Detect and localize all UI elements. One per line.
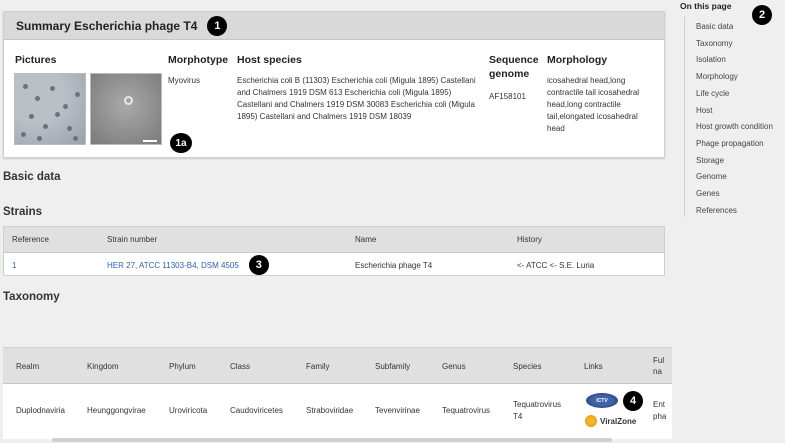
strains-heading: Strains bbox=[3, 206, 42, 218]
summary-title: Summary Escherichia phage T4 bbox=[16, 18, 198, 33]
taxonomy-heading: Taxonomy bbox=[3, 291, 60, 303]
toc-item-references[interactable]: References bbox=[696, 206, 737, 215]
kingdom-value: Heunggongvirae bbox=[87, 406, 146, 415]
toc-title: On this page bbox=[680, 1, 732, 11]
host-species-label: Host species bbox=[237, 54, 302, 66]
annotation-badge-2: 2 bbox=[752, 5, 772, 25]
sequence-genome-value[interactable]: AF158101 bbox=[489, 91, 526, 103]
strain-number-cell: HER 27, ATCC 11303-B4, DSM 4505 3 bbox=[99, 255, 347, 275]
toc-divider bbox=[684, 17, 685, 217]
toc-item-host[interactable]: Host bbox=[696, 106, 712, 115]
sequence-genome-label: Sequence genome bbox=[489, 54, 539, 80]
column-header-family[interactable]: Family bbox=[306, 361, 330, 372]
toc-item-taxonomy[interactable]: Taxonomy bbox=[696, 39, 732, 48]
annotation-badge-1a: 1a bbox=[170, 133, 192, 153]
realm-value: Duplodnaviria bbox=[16, 406, 65, 415]
full-name-value: Ent bbox=[653, 400, 666, 409]
basic-data-heading: Basic data bbox=[3, 171, 61, 183]
on-this-page-nav: On this page 2 Basic data Taxonomy Isola… bbox=[672, 0, 785, 443]
viralzone-label: ViralZone bbox=[600, 416, 637, 426]
main-content: Summary Escherichia phage T4 1 Pictures … bbox=[0, 0, 672, 443]
column-header-reference[interactable]: Reference bbox=[4, 235, 99, 244]
toc-item-isolation[interactable]: Isolation bbox=[696, 55, 726, 64]
strains-table: Reference Strain number Name History 1 H… bbox=[3, 226, 665, 276]
morphotype-value: Myovirus bbox=[168, 76, 201, 85]
summary-header: Summary Escherichia phage T4 1 bbox=[4, 12, 664, 40]
viralzone-link[interactable]: ViralZone bbox=[585, 415, 636, 427]
ictv-link-icon[interactable]: ICTV bbox=[586, 393, 618, 408]
strains-table-header: Reference Strain number Name History bbox=[4, 227, 664, 253]
toc-item-genes[interactable]: Genes bbox=[696, 189, 720, 198]
column-header-full-name[interactable]: Ful bbox=[653, 355, 664, 366]
electron-micrograph-image[interactable] bbox=[90, 73, 162, 145]
column-header-phylum[interactable]: Phylum bbox=[169, 361, 196, 372]
annotation-badge-4: 4 bbox=[623, 391, 643, 411]
strain-name: Escherichia phage T4 bbox=[355, 260, 433, 270]
toc-item-storage[interactable]: Storage bbox=[696, 156, 724, 165]
phylum-value: Uroviricota bbox=[169, 406, 208, 415]
genus-value: Tequatrovirus bbox=[442, 406, 491, 415]
toc-item-life-cycle[interactable]: Life cycle bbox=[696, 89, 729, 98]
column-header-strain-number[interactable]: Strain number bbox=[99, 235, 347, 244]
strain-number-link[interactable]: HER 27, ATCC 11303-B4, DSM 4505 bbox=[107, 261, 239, 270]
subfamily-value: Tevenvirinae bbox=[375, 406, 420, 415]
annotation-badge-1: 1 bbox=[207, 15, 228, 36]
column-header-history[interactable]: History bbox=[509, 235, 649, 244]
pictures-label: Pictures bbox=[15, 54, 57, 66]
species-value-line-2: T4 bbox=[513, 412, 523, 421]
column-header-realm[interactable]: Realm bbox=[16, 361, 39, 372]
reference-link[interactable]: 1 bbox=[4, 261, 99, 270]
plaque-image[interactable] bbox=[14, 73, 86, 145]
column-header-full-name-2: na bbox=[653, 367, 662, 376]
viralzone-icon bbox=[585, 415, 597, 427]
column-header-name[interactable]: Name bbox=[347, 235, 509, 244]
table-row: 1 HER 27, ATCC 11303-B4, DSM 4505 3 Esch… bbox=[4, 253, 664, 277]
column-header-subfamily[interactable]: Subfamily bbox=[375, 361, 410, 372]
toc-item-morphology[interactable]: Morphology bbox=[696, 72, 738, 81]
morphotype-label: Morphotype bbox=[168, 54, 229, 66]
morphology-label: Morphology bbox=[547, 54, 608, 66]
annotation-badge-3: 3 bbox=[248, 255, 269, 275]
family-value: Straboviridae bbox=[306, 406, 354, 415]
full-name-value-line-2: pha bbox=[653, 412, 667, 421]
class-value: Caudoviricetes bbox=[230, 406, 283, 415]
column-header-species[interactable]: Species bbox=[513, 361, 541, 372]
toc-item-phage-propagation[interactable]: Phage propagation bbox=[696, 139, 764, 148]
column-header-class[interactable]: Class bbox=[230, 361, 250, 372]
column-header-links[interactable]: Links bbox=[584, 361, 603, 372]
column-header-genus[interactable]: Genus bbox=[442, 361, 466, 372]
strain-history: <- ATCC <- S.E. Luria bbox=[517, 260, 595, 270]
morphology-value: icosahedral head,long contractile tail i… bbox=[547, 76, 640, 133]
toc-item-basic-data[interactable]: Basic data bbox=[696, 22, 733, 31]
horizontal-scrollbar[interactable] bbox=[52, 438, 612, 442]
toc-item-genome[interactable]: Genome bbox=[696, 172, 727, 181]
species-value: Tequatrovirus bbox=[513, 400, 562, 409]
column-header-kingdom[interactable]: Kingdom bbox=[87, 361, 119, 372]
host-species-value: Escherichia coli B (11303) Escherichia c… bbox=[237, 76, 476, 121]
toc-item-host-growth-condition[interactable]: Host growth condition bbox=[696, 122, 773, 131]
